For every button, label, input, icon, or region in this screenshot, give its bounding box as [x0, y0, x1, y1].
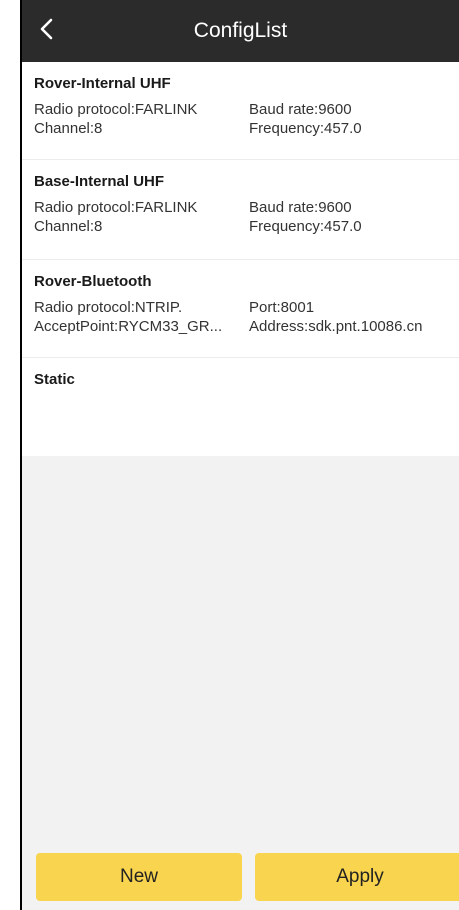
config-list: Rover-Internal UHF Radio protocol:FARLIN… [22, 62, 459, 456]
channel-value: Channel:8 [34, 120, 103, 137]
frequency-value: Frequency:457.0 [249, 218, 362, 235]
config-item-row: Radio protocol:NTRIP. Port:8001 [34, 298, 459, 317]
config-item-title: Rover-Internal UHF [34, 75, 171, 92]
accept-point-value: AcceptPoint:RYCM33_GR... [34, 318, 223, 335]
channel-value: Channel:8 [34, 218, 103, 235]
radio-protocol-value: Radio protocol:FARLINK [34, 199, 198, 216]
bottom-action-bar: New Apply [22, 840, 459, 910]
config-item-title: Static [34, 371, 75, 388]
apply-button[interactable]: Apply [255, 853, 459, 901]
top-app-bar: ConfigList [22, 0, 459, 62]
phone-frame: ConfigList Rover-Internal UHF Radio prot… [0, 0, 459, 910]
radio-protocol-value: Radio protocol:FARLINK [34, 101, 198, 118]
frequency-value: Frequency:457.0 [249, 120, 362, 137]
config-item-row: Radio protocol:FARLINK Baud rate:9600 [34, 198, 459, 217]
config-item-row: AcceptPoint:RYCM33_GR... Address:sdk.pnt… [34, 317, 459, 336]
left-edge-border [0, 0, 22, 910]
config-item-static[interactable]: Static [22, 358, 459, 456]
new-button[interactable]: New [36, 853, 242, 901]
baud-rate-value: Baud rate:9600 [249, 101, 352, 118]
config-item-row: Channel:8 Frequency:457.0 [34, 217, 459, 236]
config-item-row: Channel:8 Frequency:457.0 [34, 119, 459, 138]
port-value: Port:8001 [249, 299, 315, 316]
config-item-rover-bluetooth[interactable]: Rover-Bluetooth Radio protocol:NTRIP. Po… [22, 260, 459, 358]
page-title: ConfigList [193, 19, 288, 42]
config-item-base-internal-uhf[interactable]: Base-Internal UHF Radio protocol:FARLINK… [22, 160, 459, 260]
address-value: Address:sdk.pnt.10086.cn [249, 318, 423, 335]
config-item-title: Rover-Bluetooth [34, 273, 152, 290]
baud-rate-value: Baud rate:9600 [249, 199, 352, 216]
config-item-title: Base-Internal UHF [34, 173, 165, 190]
config-item-row: Radio protocol:FARLINK Baud rate:9600 [34, 100, 459, 119]
app-screen: ConfigList Rover-Internal UHF Radio prot… [22, 0, 459, 910]
config-item-rover-internal-uhf[interactable]: Rover-Internal UHF Radio protocol:FARLIN… [22, 62, 459, 160]
chevron-left-icon [37, 17, 59, 46]
radio-protocol-value: Radio protocol:NTRIP. [34, 299, 183, 316]
back-button[interactable] [28, 10, 68, 52]
